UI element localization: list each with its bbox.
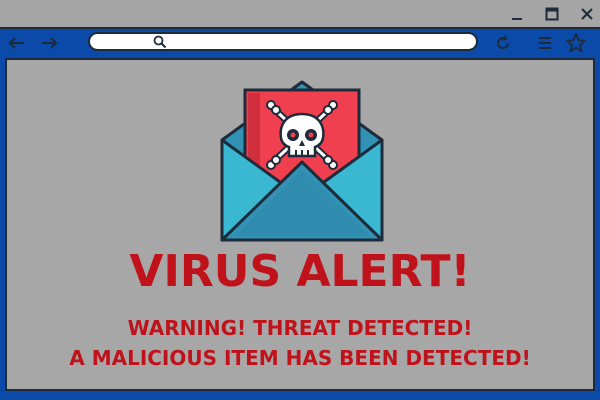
minimize-icon (512, 18, 522, 20)
search-icon (153, 35, 167, 49)
back-button[interactable] (4, 30, 30, 56)
maximize-button[interactable] (540, 2, 564, 26)
minimize-button[interactable] (505, 2, 529, 26)
address-input[interactable] (172, 35, 462, 48)
browser-window: VIRUS ALERT! WARNING! THREAT DETECTED! A… (0, 0, 600, 400)
back-arrow-icon (8, 37, 24, 49)
address-bar[interactable] (88, 32, 478, 51)
reload-button[interactable] (490, 30, 516, 56)
browser-toolbar (0, 29, 600, 56)
maximize-icon (545, 7, 559, 21)
alert-headline: VIRUS ALERT! (129, 246, 471, 297)
forward-arrow-icon (42, 37, 58, 49)
forward-button[interactable] (36, 30, 62, 56)
close-button[interactable] (575, 2, 599, 26)
alert-warning-line: WARNING! THREAT DETECTED! (127, 316, 473, 340)
bookmark-button[interactable] (563, 30, 589, 56)
alert-detail-line: A MALICIOUS ITEM HAS BEEN DETECTED! (69, 346, 531, 370)
close-icon (581, 8, 593, 20)
title-bar (0, 0, 600, 29)
reload-icon (497, 35, 510, 49)
menu-button[interactable] (532, 30, 558, 56)
page-content: VIRUS ALERT! WARNING! THREAT DETECTED! A… (5, 58, 595, 391)
virus-envelope-skull-icon (220, 80, 384, 242)
star-icon (566, 33, 586, 53)
menu-icon (539, 37, 551, 49)
